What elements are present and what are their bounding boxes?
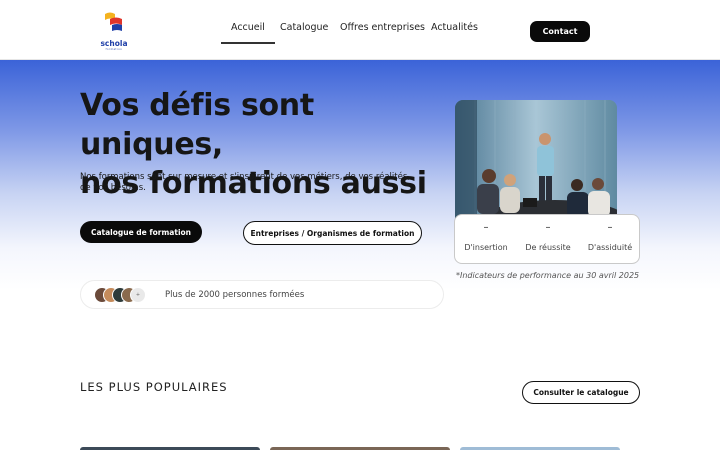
performance-stats: – D'insertion – De réussite – D'assiduit… <box>454 214 640 264</box>
nav-actualites[interactable]: Actualités <box>431 22 478 44</box>
stat-reussite-value: – <box>545 222 551 233</box>
logo[interactable]: schola formation <box>96 10 132 52</box>
stat-insertion-value: – <box>483 222 489 233</box>
nav-accueil[interactable]: Accueil <box>221 22 275 44</box>
social-proof-bar: + Plus de 2000 personnes formées <box>80 280 444 309</box>
nav-offres-entreprises[interactable]: Offres entreprises <box>340 22 425 44</box>
catalogue-formation-button[interactable]: Catalogue de formation <box>80 221 202 243</box>
hero-subtitle: Nos formations sont sur mesure et s'insp… <box>80 172 410 193</box>
stat-reussite-label: De réussite <box>525 243 571 252</box>
stat-insertion-label: D'insertion <box>464 243 508 252</box>
contact-button[interactable]: Contact <box>530 21 590 42</box>
avatar-more-icon: + <box>130 287 146 303</box>
logo-mark-icon <box>105 12 122 31</box>
site-header: schola formation Accueil Catalogue Offre… <box>0 0 720 60</box>
logo-subtext: formation <box>105 48 123 51</box>
hero-title-line-1: Vos défis sont uniques, <box>80 88 314 162</box>
stat-reussite: – De réussite <box>517 215 579 265</box>
avatar-group: + <box>94 287 146 303</box>
logo-text: schola <box>100 39 128 48</box>
stat-assiduite-label: D'assiduité <box>587 243 633 252</box>
performance-footnote: *Indicateurs de performance au 30 avril … <box>456 271 640 280</box>
entreprises-organismes-button[interactable]: Entreprises / Organismes de formation <box>243 221 422 245</box>
stat-assiduite-value: – <box>607 222 613 233</box>
social-proof-text: Plus de 2000 personnes formées <box>165 290 305 300</box>
popular-section-title: LES PLUS POPULAIRES <box>80 380 228 394</box>
nav-catalogue[interactable]: Catalogue <box>280 22 328 44</box>
consulter-catalogue-button[interactable]: Consulter le catalogue <box>522 381 640 404</box>
stat-insertion: – D'insertion <box>455 215 517 265</box>
stat-assiduite: – D'assiduité <box>579 215 641 265</box>
